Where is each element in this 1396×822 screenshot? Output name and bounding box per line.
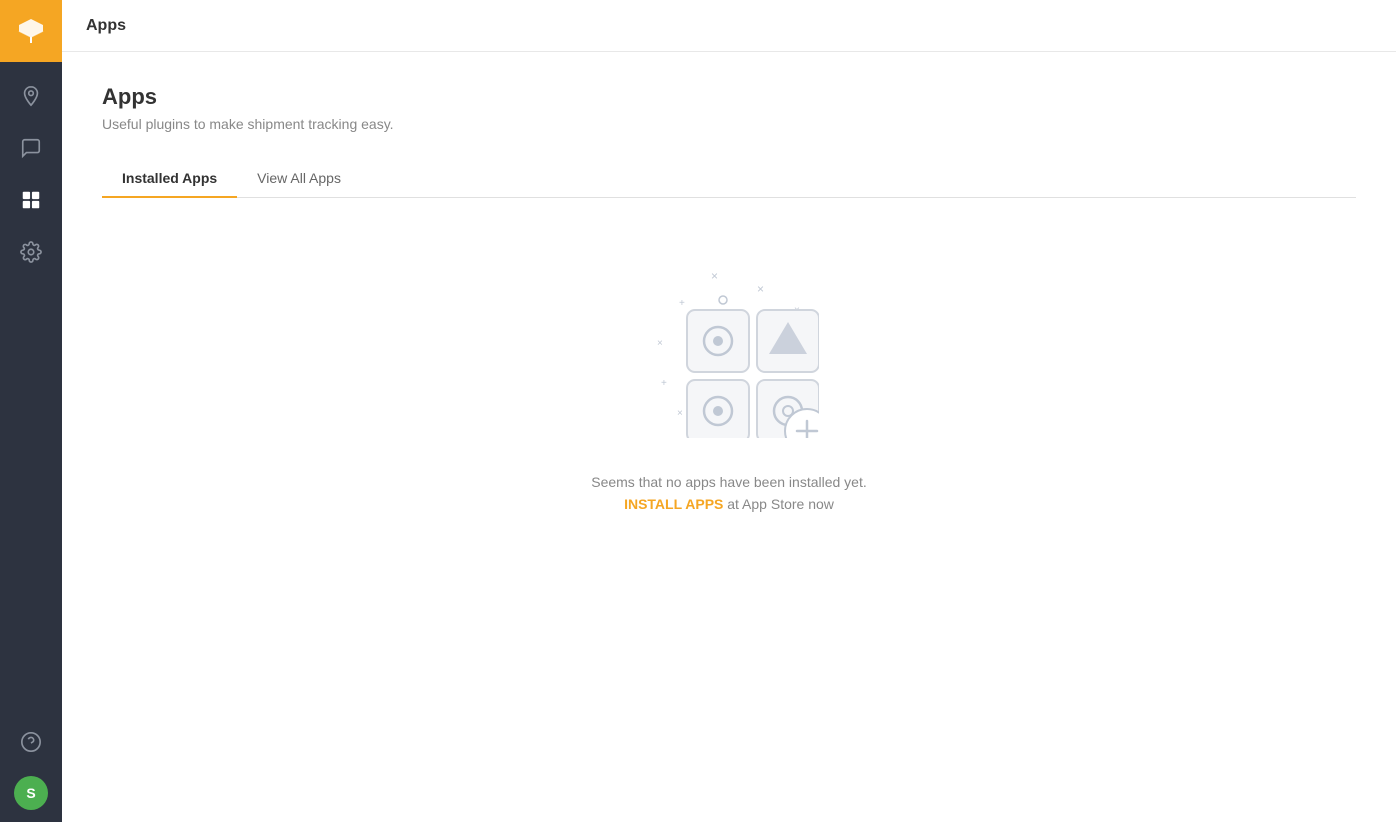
install-apps-link[interactable]: INSTALL APPS <box>624 496 723 512</box>
sidebar: S <box>0 0 62 822</box>
empty-text: Seems that no apps have been installed y… <box>591 474 867 518</box>
empty-state: × × + × × + × + × <box>102 198 1356 558</box>
avatar[interactable]: S <box>14 776 48 810</box>
topbar: Apps <box>62 0 1396 52</box>
empty-install-line: INSTALL APPS at App Store now <box>591 496 867 512</box>
svg-text:×: × <box>711 269 718 283</box>
sidebar-item-location[interactable] <box>0 70 62 122</box>
page-title: Apps <box>102 84 1356 110</box>
sidebar-item-messages[interactable] <box>0 122 62 174</box>
svg-text:+: + <box>661 378 667 389</box>
illustration-svg: × × + × × + × + × <box>639 258 819 438</box>
location-icon <box>20 85 42 107</box>
sidebar-logo[interactable] <box>0 0 62 62</box>
topbar-title: Apps <box>86 17 126 35</box>
sidebar-bottom: S <box>0 716 62 822</box>
main-wrapper: Apps Apps Useful plugins to make shipmen… <box>62 0 1396 822</box>
store-text: at App Store now <box>723 496 834 512</box>
tabs-container: Installed Apps View All Apps <box>102 160 1356 198</box>
page-subtitle: Useful plugins to make shipment tracking… <box>102 116 1356 132</box>
empty-main-text: Seems that no apps have been installed y… <box>591 474 867 490</box>
tab-installed-apps[interactable]: Installed Apps <box>102 160 237 198</box>
tab-view-all-apps[interactable]: View All Apps <box>237 160 361 198</box>
svg-text:×: × <box>677 408 683 419</box>
empty-illustration: × × + × × + × + × <box>639 258 819 438</box>
sidebar-item-apps[interactable] <box>0 174 62 226</box>
sidebar-item-help[interactable] <box>0 716 62 768</box>
settings-icon <box>20 241 42 263</box>
svg-text:+: + <box>679 298 685 309</box>
help-icon <box>20 731 42 753</box>
svg-text:×: × <box>757 282 764 296</box>
svg-text:×: × <box>657 338 663 349</box>
content-area: Apps Useful plugins to make shipment tra… <box>62 52 1396 822</box>
logo-icon <box>15 15 47 47</box>
apps-icon <box>20 189 42 211</box>
sidebar-item-settings[interactable] <box>0 226 62 278</box>
messages-icon <box>20 137 42 159</box>
